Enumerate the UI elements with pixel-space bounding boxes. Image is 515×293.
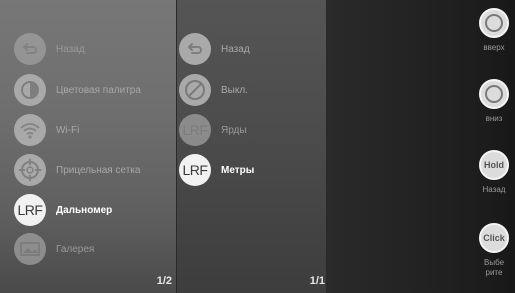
menu-item-label: Галерея	[56, 243, 95, 255]
menu-item-wifi[interactable]: Wi-Fi	[14, 112, 79, 148]
main-menu-panel: Назад Цветовая палитра Wi-Fi Прицельная …	[0, 0, 176, 293]
submenu-item-back[interactable]: Назад	[179, 31, 250, 67]
disabled-icon	[179, 74, 211, 106]
lrf-icon-text: LRF	[17, 202, 43, 218]
wifi-icon	[14, 114, 46, 146]
rangefinder-icon: LRF	[14, 194, 46, 226]
menu-item-label: Выкл.	[221, 84, 248, 96]
button-text: Hold	[484, 160, 504, 170]
control-label: Выбе рите	[483, 258, 505, 277]
button-down-icon[interactable]	[479, 79, 509, 109]
rangefinder-icon: LRF	[179, 154, 211, 186]
lrf-icon-text: LRF	[182, 162, 208, 178]
menu-item-label: Ярды	[221, 124, 247, 136]
menu-item-label: Назад	[56, 43, 85, 55]
back-arrow-icon	[14, 33, 46, 65]
menu-item-label: Прицельная сетка	[56, 164, 141, 176]
click-button-icon[interactable]: Click	[479, 223, 509, 253]
control-label: вниз	[485, 114, 503, 123]
hold-button-icon[interactable]: Hold	[479, 150, 509, 180]
menu-item-label: Метры	[221, 164, 255, 176]
submenu-item-meters[interactable]: LRF Метры	[179, 152, 254, 188]
menu-item-color-palette[interactable]: Цветовая палитра	[14, 72, 141, 108]
menu-item-reticle[interactable]: Прицельная сетка	[14, 152, 140, 188]
submenu-item-yards[interactable]: LRF Ярды	[179, 112, 247, 148]
button-text: Click	[483, 233, 505, 243]
crosshair-icon	[14, 154, 46, 186]
control-click-select[interactable]: Click Выбе рите	[474, 223, 514, 278]
control-label: вверх	[483, 43, 505, 52]
preview-area	[326, 0, 469, 293]
submenu-panel: Назад Выкл. LRF Ярды LRF Метры 1/1	[176, 0, 327, 293]
gallery-icon	[14, 233, 46, 265]
menu-item-back[interactable]: Назад	[14, 31, 85, 67]
control-label: Назад	[482, 185, 506, 194]
page-indicator: 1/1	[309, 275, 325, 287]
menu-item-label: Дальномер	[56, 204, 113, 216]
menu-item-label: Цветовая палитра	[56, 84, 141, 96]
button-up-icon[interactable]	[479, 8, 509, 38]
submenu-item-off[interactable]: Выкл.	[179, 72, 248, 108]
menu-item-rangefinder[interactable]: LRF Дальномер	[14, 192, 112, 228]
menu-item-label: Wi-Fi	[56, 124, 80, 136]
device-screen: Назад Цветовая палитра Wi-Fi Прицельная …	[0, 0, 515, 293]
rangefinder-icon: LRF	[179, 114, 211, 146]
back-arrow-icon	[179, 33, 211, 65]
control-up[interactable]: вверх	[474, 8, 514, 53]
menu-item-label: Назад	[221, 43, 250, 55]
control-hold-back[interactable]: Hold Назад	[474, 150, 514, 195]
menu-item-gallery[interactable]: Галерея	[14, 231, 94, 267]
color-palette-icon	[14, 74, 46, 106]
lrf-icon-text: LRF	[182, 122, 208, 138]
control-down[interactable]: вниз	[474, 79, 514, 124]
page-indicator: 1/2	[156, 275, 172, 287]
